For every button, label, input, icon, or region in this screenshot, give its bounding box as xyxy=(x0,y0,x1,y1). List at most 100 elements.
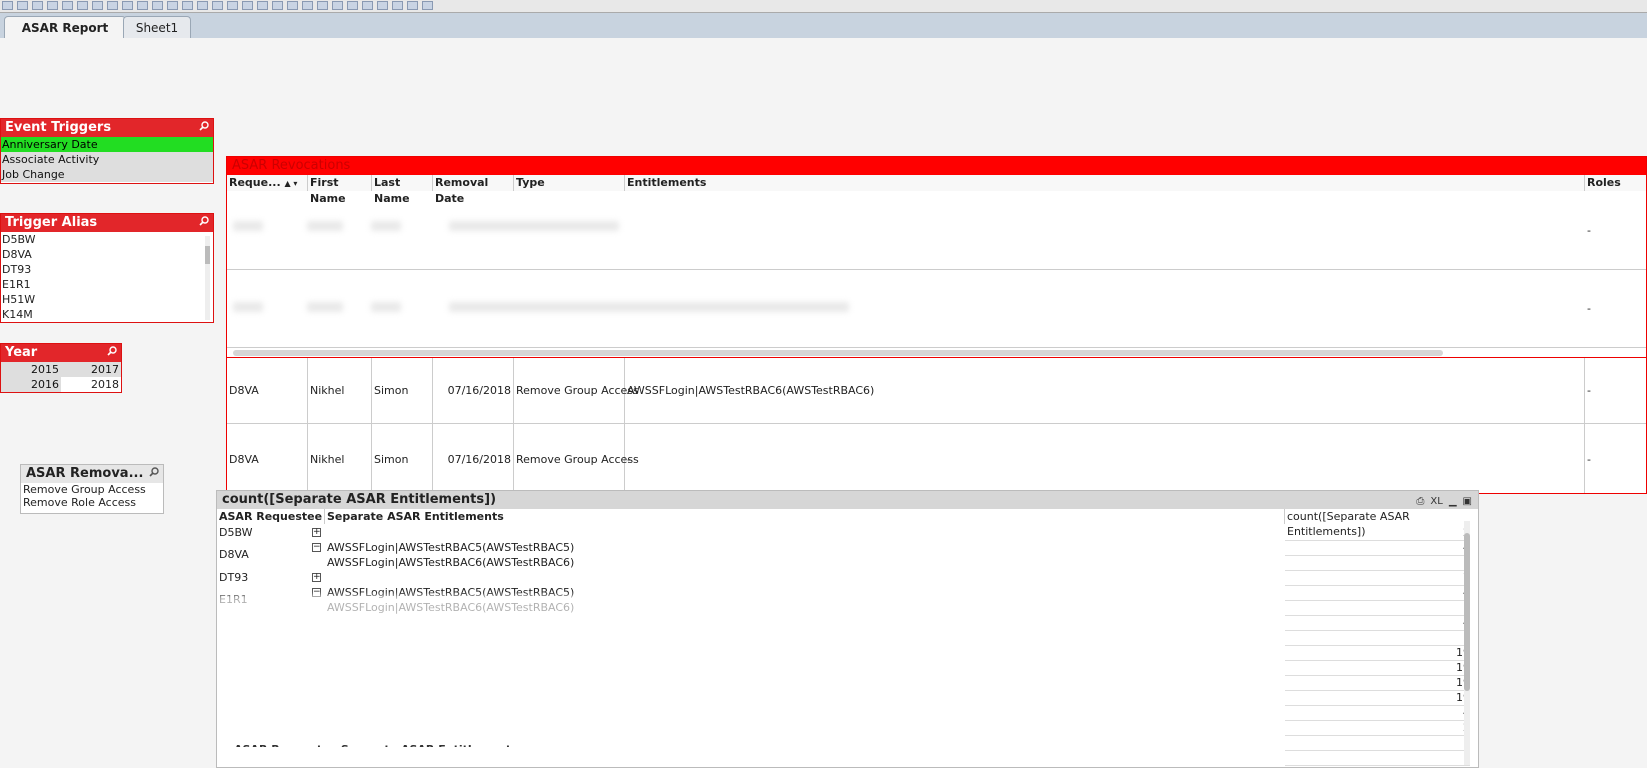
list-item[interactable]: E1R1 xyxy=(1,277,213,292)
expand-icon[interactable]: + xyxy=(312,528,321,537)
list-item-anniversary-date[interactable]: Anniversary Date xyxy=(1,137,213,152)
list-item-remove-role-access[interactable]: Remove Role Access xyxy=(21,496,163,509)
maximize-icon[interactable]: ▣ xyxy=(1463,496,1472,507)
print-icon[interactable] xyxy=(47,1,58,10)
count-cell: 2 xyxy=(1285,720,1470,736)
column-header-first-name[interactable]: First Name xyxy=(308,175,372,205)
window-icon[interactable] xyxy=(392,1,403,10)
entitlements-cell: AWSSFLogin|AWSTestRBAC6(AWSTestRBAC6) xyxy=(625,358,1585,423)
count-cell: 4 xyxy=(1285,705,1470,721)
list-item[interactable]: D5BW xyxy=(1,232,213,247)
search-icon[interactable] xyxy=(199,216,209,226)
clear-icon[interactable] xyxy=(107,1,118,10)
table-row[interactable]: D8VA − AWSSFLogin|AWSTestRBAC5(AWSTestRBAC… xyxy=(217,540,1478,561)
list-item-remove-group-access[interactable]: Remove Group Access xyxy=(21,483,163,496)
column-header-removal-date[interactable]: Removal Date xyxy=(433,175,514,205)
list-item[interactable]: D8VA xyxy=(1,247,213,262)
expand-icon[interactable]: + xyxy=(312,573,321,582)
align-left-icon[interactable] xyxy=(317,1,328,10)
more-icon[interactable] xyxy=(422,1,433,10)
reload-icon[interactable] xyxy=(182,1,193,10)
table-row[interactable]: D8VA Nikhel Simon 07/16/2018 Remove Grou… xyxy=(227,424,1646,493)
align-bottom-icon[interactable] xyxy=(362,1,373,10)
unlock-icon[interactable] xyxy=(167,1,178,10)
back-icon[interactable] xyxy=(122,1,133,10)
chart-wizard-icon[interactable] xyxy=(272,1,283,10)
year-2018[interactable]: 2018 xyxy=(61,377,121,392)
layout-icon[interactable] xyxy=(302,1,313,10)
save-icon[interactable] xyxy=(32,1,43,10)
trigger-alias-title: Trigger Alias xyxy=(5,215,98,230)
column-header-requestee[interactable]: ASAR Requestee xyxy=(217,509,325,524)
ghost-caption: ASAR Requestee Separate ASAR Entitlement… xyxy=(234,742,974,747)
lock-icon[interactable] xyxy=(152,1,163,10)
minimize-icon[interactable]: ▁ xyxy=(1449,496,1457,507)
table-row[interactable]: - xyxy=(227,191,1646,270)
sort-icon[interactable]: ▲ ▾ xyxy=(284,179,297,188)
horizontal-scrollbar[interactable] xyxy=(233,350,1443,356)
column-header-roles[interactable]: Roles xyxy=(1585,175,1646,191)
search-icon[interactable] xyxy=(199,121,209,131)
tab-asar-report[interactable]: ASAR Report xyxy=(4,16,126,40)
table-row[interactable]: DT93 +7 xyxy=(217,570,1478,586)
column-header-label: Reque... xyxy=(229,176,281,189)
year-2016[interactable]: 2016 xyxy=(1,377,61,392)
table-row[interactable]: AWSSFLogin|AWSTestRBAC6(AWSTestRBAC6) 1 xyxy=(217,555,1478,571)
scrollbar-thumb[interactable] xyxy=(1464,533,1470,691)
list-item-job-change[interactable]: Job Change xyxy=(1,167,213,182)
trigger-alias-caption: Trigger Alias xyxy=(1,214,213,232)
list-item[interactable]: K14M xyxy=(1,307,213,322)
bookmark-icon[interactable] xyxy=(257,1,268,10)
align-top-icon[interactable] xyxy=(347,1,358,10)
redacted-text xyxy=(307,221,343,231)
last-name-cell: Simon xyxy=(372,424,433,493)
list-item[interactable]: H51W xyxy=(1,292,213,307)
table-row[interactable]: D5BW +2 xyxy=(217,525,1478,541)
entitlements-cell: - xyxy=(625,424,1585,493)
chart-icon[interactable] xyxy=(212,1,223,10)
redo-icon[interactable] xyxy=(77,1,88,10)
table-row[interactable]: - xyxy=(227,270,1646,348)
undo-icon[interactable] xyxy=(62,1,73,10)
redacted-text xyxy=(371,221,401,231)
tab-sheet1[interactable]: Sheet1 xyxy=(123,16,191,39)
roles-cell: - xyxy=(1587,223,1591,237)
vertical-scrollbar[interactable] xyxy=(1464,521,1470,765)
roles-cell: - xyxy=(1587,302,1591,315)
event-triggers-title: Event Triggers xyxy=(5,120,112,135)
year-2015[interactable]: 2015 xyxy=(1,362,61,377)
check-icon[interactable] xyxy=(287,1,298,10)
search-icon[interactable] xyxy=(149,467,159,477)
globe-icon[interactable] xyxy=(407,1,418,10)
open-icon[interactable] xyxy=(17,1,28,10)
trigger-alias-listbox: Trigger Alias D5BW D8VA DT93 E1R1 H51W K… xyxy=(0,213,214,323)
search-icon[interactable] xyxy=(107,346,117,356)
listbox-icon[interactable] xyxy=(242,1,253,10)
scrollbar-thumb[interactable] xyxy=(205,246,210,264)
edit-script-icon[interactable] xyxy=(197,1,208,10)
list-item-associate-activity[interactable]: Associate Activity xyxy=(1,152,213,167)
count-cell: 19 xyxy=(1285,690,1470,706)
search-icon[interactable] xyxy=(92,1,103,10)
list-item[interactable]: DT93 xyxy=(1,262,213,277)
count-cell: 19 xyxy=(1285,645,1470,661)
year-2017[interactable]: 2017 xyxy=(61,362,121,377)
column-header-entitlements[interactable]: Separate ASAR Entitlements xyxy=(325,509,1285,524)
column-header-last-name[interactable]: Last Name xyxy=(372,175,433,205)
column-header-entitlements[interactable]: Entitlements xyxy=(625,175,1585,191)
excel-icon[interactable]: XL xyxy=(1430,496,1442,507)
count-cell: 1 xyxy=(1285,630,1470,646)
table-icon[interactable] xyxy=(227,1,238,10)
print-icon[interactable]: ⎙ xyxy=(1416,496,1424,507)
table-row[interactable]: D8VA Nikhel Simon 07/16/2018 Remove Grou… xyxy=(227,357,1646,424)
align-right-icon[interactable] xyxy=(332,1,343,10)
user-icon[interactable] xyxy=(377,1,388,10)
column-header-requestee[interactable]: Reque... ▲ ▾ xyxy=(227,175,308,191)
forward-icon[interactable] xyxy=(137,1,148,10)
toolbar xyxy=(0,0,1647,13)
column-header-count[interactable]: count([Separate ASAR Entitlements]) xyxy=(1285,509,1470,538)
scrollbar[interactable] xyxy=(205,236,210,320)
new-icon[interactable] xyxy=(2,1,13,10)
column-header-type[interactable]: Type xyxy=(514,175,625,191)
collapse-icon[interactable]: − xyxy=(312,543,321,552)
